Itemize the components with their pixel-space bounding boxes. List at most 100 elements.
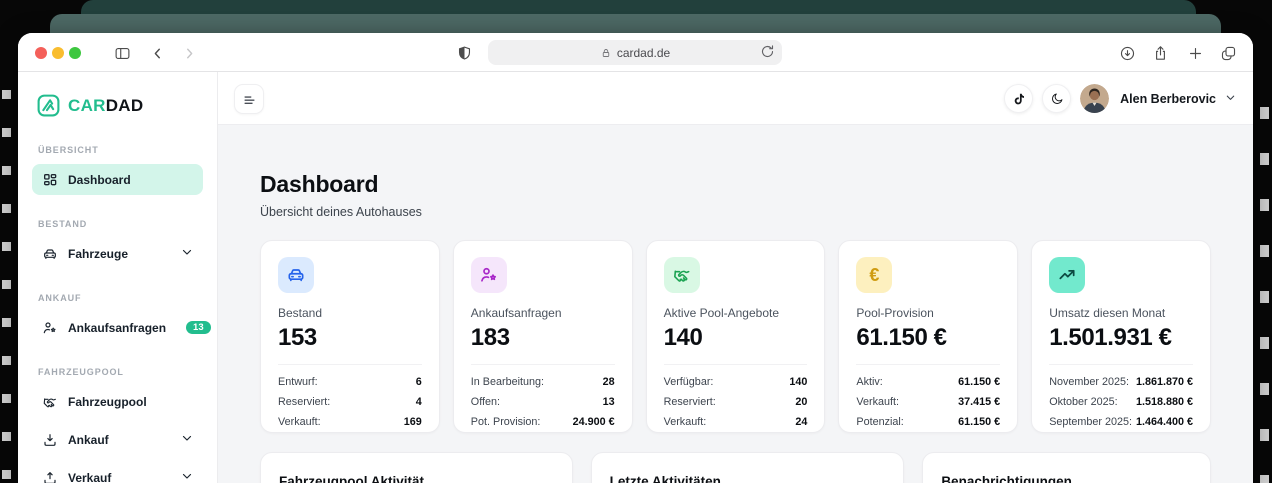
divider [664, 364, 808, 365]
sidebar-item-fahrzeuge[interactable]: Fahrzeuge [32, 238, 203, 269]
background-dash-texture-right [1260, 90, 1269, 483]
notification-badge: 13 [186, 321, 211, 335]
chevron-down-icon [181, 432, 193, 444]
tab-overview-button[interactable] [1217, 42, 1239, 64]
dark-mode-toggle[interactable] [1042, 84, 1071, 113]
stat-icon-wrap [471, 257, 507, 293]
upload-icon [42, 470, 58, 483]
main-area: Alen Berberovic Dashboard Übersicht dein… [218, 72, 1253, 483]
zoom-window-button[interactable] [69, 47, 81, 59]
app-header: Alen Berberovic [218, 72, 1253, 125]
stat-value: 1.501.931 € [1049, 324, 1193, 352]
trending-up-icon [1057, 265, 1077, 285]
stat-value: 140 [664, 324, 808, 352]
page-title: Dashboard [260, 171, 1211, 198]
panel-title: Letzte Aktivitäten [610, 474, 886, 483]
reload-button[interactable] [760, 44, 775, 62]
sidebar-item-pool-ankauf[interactable]: Ankauf [32, 424, 203, 455]
sidebar-collapse-button[interactable] [234, 84, 264, 114]
sidebar-item-label: Verkauf [68, 471, 111, 483]
menu-icon [242, 92, 257, 107]
stat-icon-wrap [278, 257, 314, 293]
stat-row: Verfügbar:140 [664, 376, 808, 388]
brand-logo[interactable]: CARDAD [36, 93, 203, 118]
browser-toolbar: cardad.de [18, 33, 1253, 72]
shield-icon [456, 45, 473, 62]
sidebar-item-label: Ankaufsanfragen [68, 321, 166, 335]
stat-row: Pot. Provision:24.900 € [471, 416, 615, 428]
stat-icon-wrap [1049, 257, 1085, 293]
panel-title: Fahrzeugpool Aktivität [279, 474, 554, 483]
panel-letzte-aktivitaeten: Letzte Aktivitäten [591, 452, 905, 483]
browser-sidebar-toggle-button[interactable] [111, 42, 133, 64]
euro-icon: € [869, 265, 879, 286]
stat-label: Umsatz diesen Monat [1049, 306, 1193, 320]
close-window-button[interactable] [35, 47, 47, 59]
address-bar[interactable]: cardad.de [488, 40, 782, 65]
chevron-right-icon [181, 45, 198, 62]
chevron-down-icon [1225, 92, 1236, 103]
sidebar-item-label: Fahrzeuge [68, 247, 128, 261]
stat-label: Ankaufsanfragen [471, 306, 615, 320]
stat-row: Verkauft:169 [278, 416, 422, 428]
stat-row: Entwurf:6 [278, 376, 422, 388]
stat-label: Bestand [278, 306, 422, 320]
sidebar-item-fahrzeugpool[interactable]: Fahrzeugpool [32, 386, 203, 417]
lock-icon [600, 47, 612, 59]
stat-card-bestand: Bestand 153 Entwurf:6 Reserviert:4 Verka… [260, 240, 440, 433]
divider [471, 364, 615, 365]
stat-label: Pool-Provision [856, 306, 1000, 320]
downloads-button[interactable] [1116, 42, 1138, 64]
handshake-icon [42, 394, 58, 410]
url-text: cardad.de [617, 46, 670, 60]
dashboard-grid-icon [42, 172, 58, 188]
reload-icon [760, 44, 775, 59]
stat-label: Aktive Pool-Angebote [664, 306, 808, 320]
panel-title: Benachrichtigungen [941, 474, 1192, 483]
browser-forward-button[interactable] [178, 42, 200, 64]
chevron-down-icon [181, 246, 193, 258]
user-avatar[interactable] [1080, 84, 1109, 113]
privacy-shield-button[interactable] [453, 42, 475, 64]
section-label-fahrzeugpool: FAHRZEUGPOOL [38, 367, 203, 377]
stat-row: In Bearbeitung:28 [471, 376, 615, 388]
tiktok-button[interactable] [1004, 84, 1033, 113]
tabs-icon [1220, 45, 1237, 62]
user-menu-chevron[interactable] [1225, 90, 1236, 108]
divider [278, 364, 422, 365]
dashboard-content: Dashboard Übersicht deines Autohauses Be… [218, 125, 1253, 483]
sidebar-item-dashboard[interactable]: Dashboard [32, 164, 203, 195]
sidebar-item-ankaufsanfragen[interactable]: Ankaufsanfragen 13 [32, 312, 203, 343]
browser-back-button[interactable] [146, 42, 168, 64]
stat-row: November 2025:1.861.870 € [1049, 376, 1193, 388]
user-request-icon [42, 320, 58, 336]
panel-benachrichtigungen: Benachrichtigungen [922, 452, 1211, 483]
avatar-photo [1080, 84, 1109, 113]
share-button[interactable] [1149, 42, 1171, 64]
chevron-left-icon [149, 45, 166, 62]
handshake-icon [672, 265, 692, 285]
user-name[interactable]: Alen Berberovic [1120, 92, 1216, 106]
browser-window: cardad.de CARDAD ÜBERSICHT [18, 33, 1253, 483]
stat-row: Offen:13 [471, 396, 615, 408]
sidebar-item-verkauf[interactable]: Verkauf [32, 462, 203, 483]
stat-row: Aktiv:61.150 € [856, 376, 1000, 388]
stat-icon-wrap: € [856, 257, 892, 293]
plus-icon [1187, 45, 1204, 62]
stat-row: Verkauft:24 [664, 416, 808, 428]
stat-value: 153 [278, 324, 422, 352]
stat-row: Potenzial:61.150 € [856, 416, 1000, 428]
cardad-logo-icon [36, 93, 61, 118]
stat-row: Reserviert:20 [664, 396, 808, 408]
divider [856, 364, 1000, 365]
stat-card-pool-provision: € Pool-Provision 61.150 € Aktiv:61.150 €… [838, 240, 1018, 433]
share-icon [1152, 45, 1169, 62]
header-actions: Alen Berberovic [1004, 84, 1236, 113]
new-tab-button[interactable] [1184, 42, 1206, 64]
minimize-window-button[interactable] [52, 47, 64, 59]
stat-icon-wrap [664, 257, 700, 293]
sidebar: CARDAD ÜBERSICHT Dashboard BESTAND Fahrz… [18, 72, 218, 483]
page-subtitle: Übersicht deines Autohauses [260, 205, 1211, 219]
sidebar-item-label: Ankauf [68, 433, 109, 447]
stat-card-ankaufsanfragen: Ankaufsanfragen 183 In Bearbeitung:28 Of… [453, 240, 633, 433]
